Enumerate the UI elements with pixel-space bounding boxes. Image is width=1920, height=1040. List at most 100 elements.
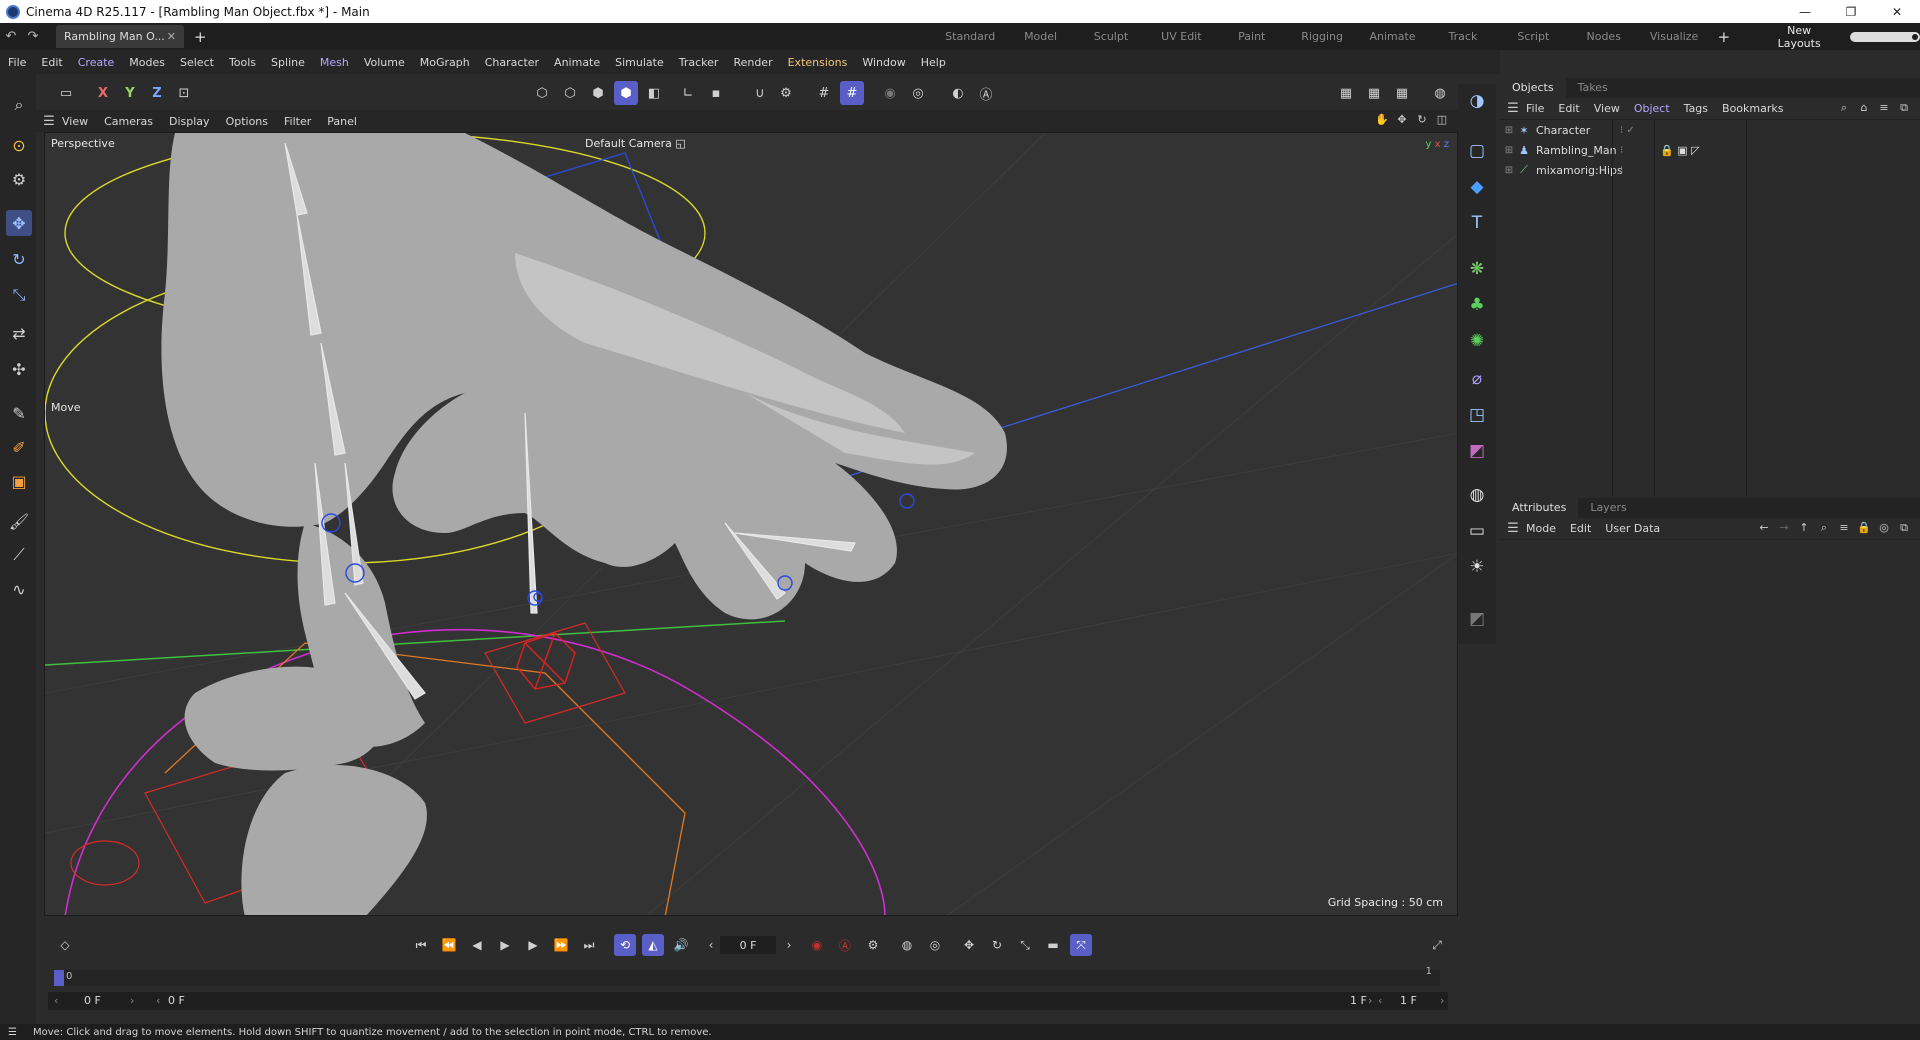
close-tab-icon[interactable]: ✕ [167,30,176,43]
pan-icon[interactable]: ✋ [1372,113,1392,126]
back-arrow-icon[interactable]: ← [1754,521,1774,535]
z-axis-lock-button[interactable]: Z [145,81,169,105]
layout-script[interactable]: Script [1498,30,1568,43]
loop-icon[interactable]: ⟲ [614,934,636,956]
selection-options-icon[interactable]: ⚙ [6,166,32,192]
range-max-handle-icon[interactable]: › [1368,994,1372,1007]
playback-mode-icon[interactable]: ◭ [642,934,664,956]
scale-tool-icon[interactable]: ⤡ [6,282,32,308]
previous-frame-icon[interactable]: ◀ [466,934,488,956]
attributes-menu-edit[interactable]: Edit [1570,522,1591,535]
menu-mograph[interactable]: MoGraph [420,56,470,69]
current-frame-field[interactable]: 0 F [720,936,776,954]
status-hamburger-icon[interactable]: ☰ [8,1027,17,1038]
search-icon[interactable]: ⌕ [1834,101,1854,115]
lock-tag-icon[interactable]: 🔒 [1660,144,1674,157]
column-divider[interactable] [1654,120,1655,496]
orbit-icon[interactable]: ↻ [1412,113,1432,126]
solo-settings-icon[interactable]: ◎ [906,81,930,105]
menu-render[interactable]: Render [733,56,772,69]
tab-layers[interactable]: Layers [1578,498,1638,518]
layout-animate[interactable]: Animate [1357,30,1427,43]
3d-viewport[interactable]: Perspective Default Camera ◱ Move y x z … [44,132,1458,916]
menu-volume[interactable]: Volume [364,56,405,69]
menu-help[interactable]: Help [921,56,946,69]
objects-menu-view[interactable]: View [1594,102,1620,115]
range-end-decrement-icon[interactable]: ‹ [1378,994,1382,1007]
move-tool-icon[interactable]: ✥ [6,210,32,236]
new-layouts-button[interactable]: New Layouts [1757,24,1842,50]
layout-visualize[interactable]: Visualize [1639,30,1709,43]
autokey-icon[interactable]: Ⓐ [834,934,856,956]
minimize-button[interactable]: — [1782,0,1828,23]
viewport-camera-name[interactable]: Default Camera ◱ [585,137,686,150]
forward-arrow-icon[interactable]: → [1774,521,1794,535]
edges-mode-icon[interactable]: ⬡ [558,81,582,105]
polygons-mode-icon[interactable]: ⬢ [586,81,610,105]
points-mode-icon[interactable]: ⬡ [530,81,554,105]
range-increment-icon[interactable]: › [130,994,134,1007]
filter-icon[interactable]: ≡ [1834,521,1854,535]
attributes-menu-user-data[interactable]: User Data [1605,522,1660,535]
restore-button[interactable]: ❐ [1828,0,1874,23]
up-arrow-icon[interactable]: ↑ [1794,521,1814,535]
tab-objects[interactable]: Objects [1500,78,1566,98]
field-icon[interactable]: ◳ [1464,402,1490,428]
attributes-hamburger-icon[interactable]: ☰ [1500,521,1526,536]
live-selection-icon[interactable]: ⊙ [6,132,32,158]
rotate-tool-icon[interactable]: ↻ [6,246,32,272]
sculpt-mask-icon[interactable]: ◐ [946,81,970,105]
menu-tools[interactable]: Tools [229,56,256,69]
range-decrement-icon[interactable]: ‹ [54,994,58,1007]
menu-spline[interactable]: Spline [271,56,305,69]
timeline-expand-icon[interactable]: ⤢ [1426,934,1448,956]
tab-attributes[interactable]: Attributes [1500,498,1579,518]
key-pla-icon[interactable]: ⤧ [1070,934,1092,956]
motion-path-icon[interactable]: ◎ [924,934,946,956]
viewport-menu-filter[interactable]: Filter [284,115,311,128]
text-tool-icon[interactable]: T [1464,210,1490,236]
undo-icon[interactable]: ↶ [0,29,22,44]
y-axis-lock-button[interactable]: Y [118,81,142,105]
visibility-flags-icon[interactable]: ⁝ [1620,145,1623,156]
toggle-view-icon[interactable]: ◫ [1432,113,1452,126]
search-icon[interactable]: ⌕ [6,92,32,118]
object-mode-icon[interactable]: ▭ [54,81,78,105]
key-parameter-icon[interactable]: ▬ [1042,934,1064,956]
search-icon[interactable]: ⌕ [1814,521,1834,535]
object-row-character[interactable]: ⊞ ✶ Character ⁝ ✓ [1500,120,1920,140]
light-icon[interactable]: ☀ [1464,554,1490,580]
layout-rigging[interactable]: Rigging [1287,30,1357,43]
settings-icon[interactable]: ◎ [1874,521,1894,535]
column-divider[interactable] [1612,120,1613,496]
model-mode-icon[interactable]: ⬢ [614,81,638,105]
menu-character[interactable]: Character [485,56,539,69]
keyframe-icon[interactable]: ◇ [54,934,76,956]
layout-track[interactable]: Track [1428,30,1498,43]
range-end-increment-icon[interactable]: › [1440,994,1444,1007]
range-end-field[interactable]: 1 F [1400,994,1417,1007]
menu-extensions[interactable]: Extensions [788,56,848,69]
range-min-handle-icon[interactable]: ‹ [156,994,160,1007]
cloner-icon[interactable]: ♣ [1464,292,1490,318]
add-layout-icon[interactable]: + [1709,28,1738,46]
new-document-icon[interactable]: + [194,28,207,46]
home-icon[interactable]: ⌂ [1854,101,1874,115]
menu-edit[interactable]: Edit [41,56,62,69]
object-row-hips[interactable]: ⊞ ⟋ mixamorig:Hips ⁝ [1500,160,1920,180]
timeline-ruler[interactable]: 0 1 [54,966,1440,986]
key-settings-icon[interactable]: ⚙ [862,934,884,956]
menu-simulate[interactable]: Simulate [615,56,664,69]
layout-model[interactable]: Model [1005,30,1075,43]
object-row-rambling-man[interactable]: ⊞ ♟ Rambling_Man ⁝ 🔒 ▣ ◸ [1500,140,1920,160]
menu-create[interactable]: Create [78,56,115,69]
render-icon[interactable]: ◩ [1464,606,1490,632]
transfer-tool-icon[interactable]: ⇄ [6,320,32,346]
viewport-menu-view[interactable]: View [62,115,88,128]
new-panel-icon[interactable]: ⧉ [1894,521,1914,535]
environment-icon[interactable]: ◍ [1464,482,1490,508]
commander-icon[interactable]: ◑ [1464,88,1490,114]
menu-tracker[interactable]: Tracker [679,56,719,69]
dolly-icon[interactable]: ✥ [1392,113,1412,126]
viewport-menu-display[interactable]: Display [169,115,210,128]
